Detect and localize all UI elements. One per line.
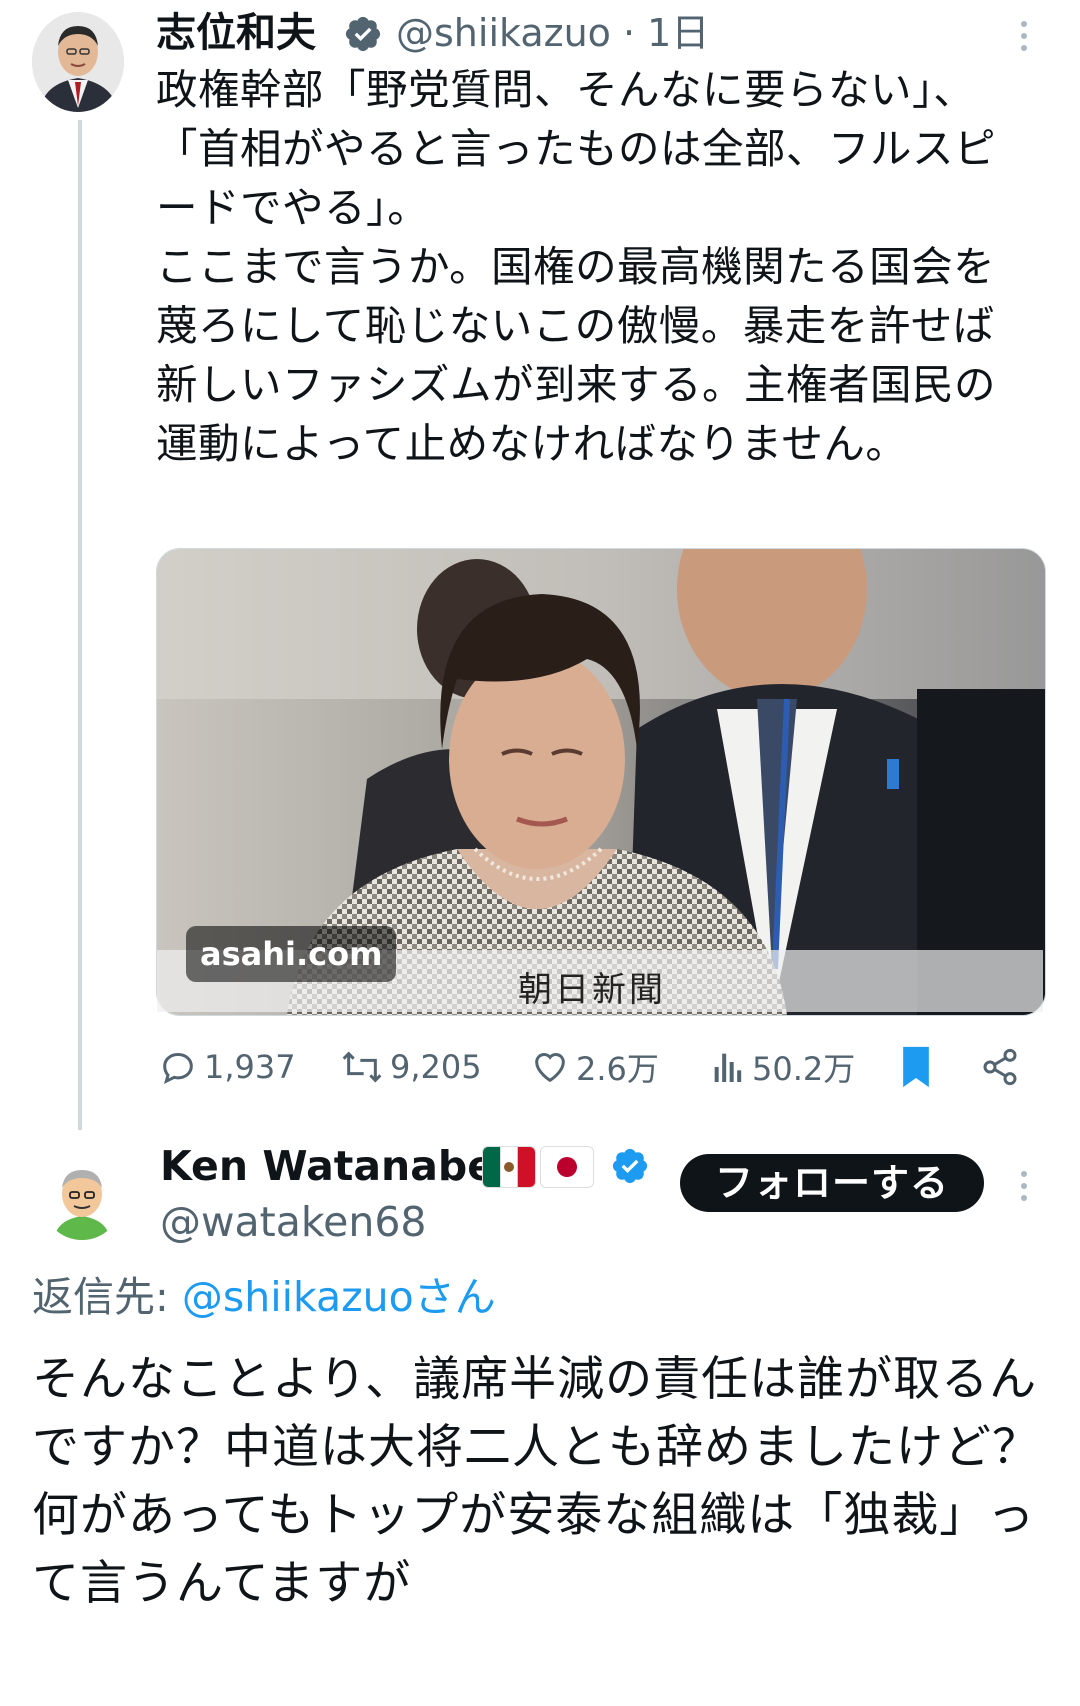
media-caption: 朝日新聞 bbox=[518, 970, 666, 1010]
author-handle-and-time[interactable]: @shiikazuo · 1日 bbox=[396, 8, 709, 58]
views-count: 50.2万 bbox=[752, 1050, 856, 1088]
like-button[interactable]: 2.6万 bbox=[530, 1044, 659, 1090]
reply-author-name[interactable]: Ken Watanabe bbox=[160, 1140, 495, 1192]
replying-to-mention[interactable]: @shiikazuoさん bbox=[182, 1273, 496, 1321]
reply-count: 1,937 bbox=[204, 1048, 296, 1086]
reply-icon bbox=[163, 1052, 193, 1084]
replying-to: 返信先: @shiikazuoさん bbox=[32, 1270, 496, 1324]
views-button[interactable]: 50.2万 bbox=[710, 1044, 855, 1090]
reply-author-avatar[interactable] bbox=[42, 1160, 122, 1240]
tweet-text: 政権幹部「野党質問、そんなに要らない」、「首相がやると言ったものは全部、フルスピ… bbox=[156, 65, 997, 468]
replying-to-label: 返信先: bbox=[32, 1273, 182, 1321]
share-button[interactable] bbox=[980, 1044, 1026, 1090]
follow-button[interactable]: フォローする bbox=[680, 1154, 984, 1212]
link-domain-badge[interactable]: asahi.com bbox=[186, 926, 397, 982]
repost-button[interactable]: 9,205 bbox=[340, 1044, 482, 1090]
mexico-flag-icon bbox=[482, 1146, 536, 1188]
repost-icon bbox=[342, 1051, 382, 1083]
reply-button[interactable]: 1,937 bbox=[158, 1044, 296, 1090]
more-icon[interactable] bbox=[1012, 1166, 1036, 1206]
bookmark-button[interactable] bbox=[898, 1044, 940, 1090]
verified-badge-icon bbox=[612, 1148, 648, 1184]
thread-connector-line bbox=[78, 120, 82, 1130]
share-icon bbox=[983, 1048, 1017, 1086]
reply-text: そんなことより、議席半減の責任は誰が取るんですか？中道は大将二人とも辞めましたけ… bbox=[32, 1352, 1040, 1611]
verified-badge-icon bbox=[345, 16, 381, 52]
author-avatar[interactable] bbox=[32, 12, 124, 112]
views-icon bbox=[714, 1053, 742, 1082]
like-icon bbox=[535, 1053, 565, 1083]
bookmark-icon bbox=[903, 1046, 929, 1088]
reply-author-handle[interactable]: @wataken68 bbox=[160, 1196, 427, 1248]
repost-count: 9,205 bbox=[390, 1048, 482, 1086]
like-count: 2.6万 bbox=[576, 1050, 659, 1088]
author-name[interactable]: 志位和夫 bbox=[156, 8, 316, 58]
more-icon[interactable] bbox=[1012, 16, 1036, 56]
japan-flag-icon bbox=[540, 1146, 594, 1188]
